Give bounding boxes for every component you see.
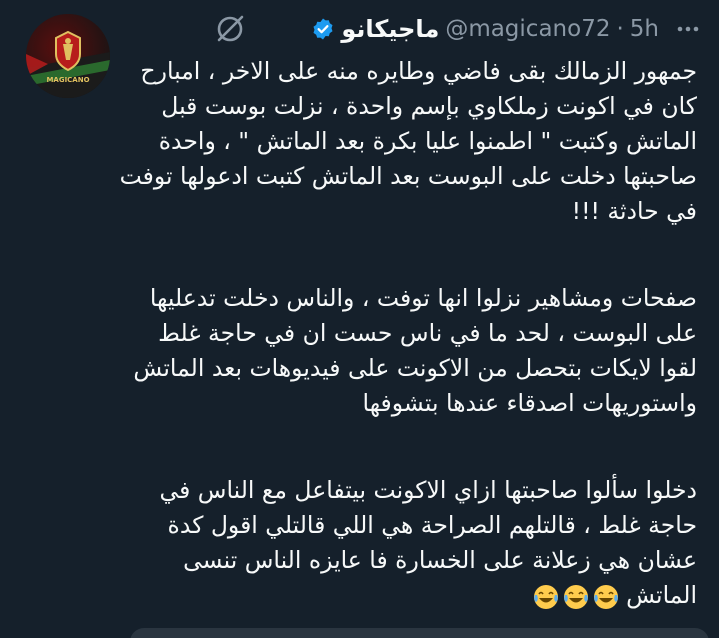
verified-badge-icon — [311, 17, 335, 41]
tears-of-joy-emoji — [564, 584, 589, 609]
tweet-paragraph-2: صفحات ومشاهير نزلوا انها توفت ، والناس د… — [133, 284, 697, 417]
avatar[interactable]: MAGICANO — [26, 14, 110, 98]
tweet-paragraph-3: دخلوا سألوا صاحبتها ازاي الاكونت بيتفاعل… — [117, 473, 697, 613]
emoji-group — [532, 583, 620, 611]
meta-separator: · — [616, 16, 624, 42]
display-name[interactable]: ماجيكانو — [341, 15, 439, 43]
grok-icon — [218, 15, 244, 42]
tweet-header: ماجيكانو @magicano72 · 5h — [213, 12, 703, 46]
media-preview[interactable] — [130, 628, 709, 638]
tweet-meta: ماجيكانو @magicano72 · 5h — [311, 15, 659, 43]
timestamp[interactable]: 5h — [630, 16, 659, 42]
svg-text:MAGICANO: MAGICANO — [46, 76, 89, 84]
tweet-text: جمهور الزمالك بقى فاضي وطايره منه على ال… — [117, 54, 697, 613]
handle[interactable]: @magicano72 — [445, 16, 610, 42]
avatar-image: MAGICANO — [26, 14, 110, 98]
more-options-button[interactable] — [673, 14, 703, 44]
tweet-paragraph-1: جمهور الزمالك بقى فاضي وطايره منه على ال… — [119, 57, 697, 225]
tweet-card[interactable]: MAGICANO ماجيكانو @magicano72 · 5h جمهور… — [0, 0, 719, 638]
tears-of-joy-emoji — [594, 584, 619, 609]
tears-of-joy-emoji — [534, 584, 559, 609]
grok-button[interactable] — [213, 12, 247, 46]
more-options-icon — [677, 26, 699, 32]
